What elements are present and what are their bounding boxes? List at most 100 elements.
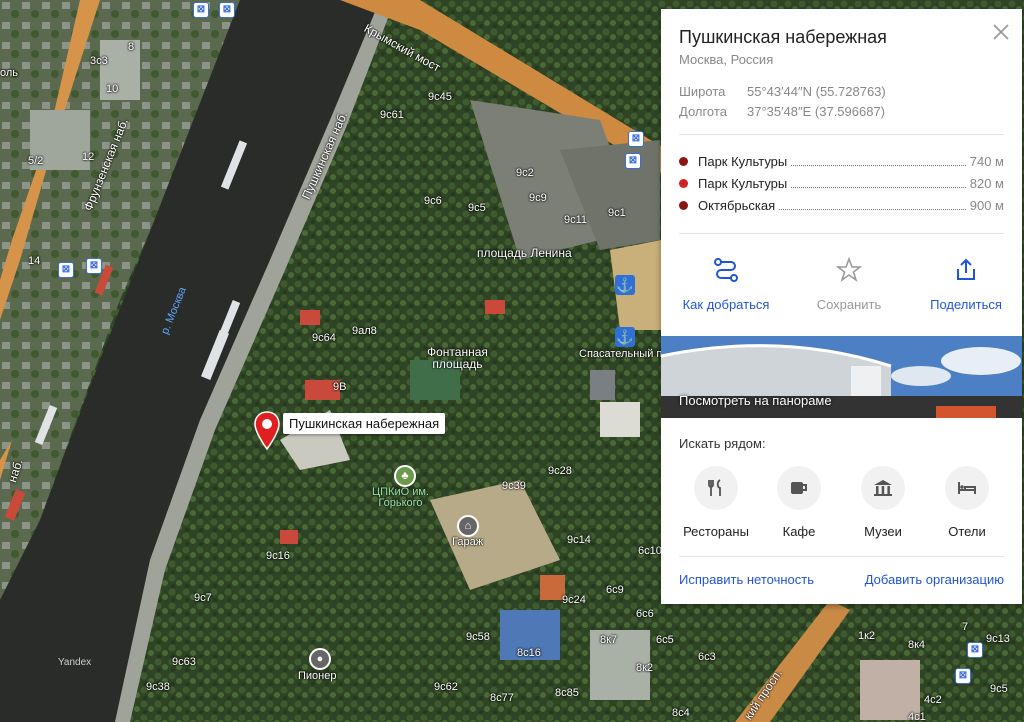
building-label: 9с39 [502,480,526,492]
category-cafe[interactable]: Кафе [757,466,841,539]
leader-dots [791,178,966,188]
add-organization-link[interactable]: Добавить организацию [865,572,1004,587]
category-label: Музеи [864,524,902,539]
close-icon[interactable] [992,23,1010,41]
metro-icon[interactable]: ⊠ [219,2,235,18]
metro-icon[interactable]: ⊠ [625,153,641,169]
building-label: 9В [333,381,347,393]
building-label: 4с2 [924,694,942,706]
park-tree-icon[interactable]: ♣ [394,465,416,487]
metro-icon[interactable]: ⊠ [955,668,971,684]
metro-icon[interactable]: ⊠ [193,2,209,18]
building-label: 9с11 [564,214,588,226]
category-restaurants[interactable]: Рестораны [674,466,758,539]
building-label: 5/2 [28,155,44,167]
place-title: Пушкинская набережная [679,27,887,47]
save-button[interactable]: Сохранить [789,255,909,312]
metro-icon[interactable]: ⊠ [86,258,102,274]
building-label: 8к2 [636,662,654,674]
route-label: Как добраться [682,297,770,312]
building-label: 6с9 [606,584,624,596]
square-label-fontannaya: Фонтанная площадь [427,345,488,371]
building-label: 8с77 [490,692,514,704]
metro-icon[interactable]: ⊠ [967,642,983,658]
longitude-row: Долгота 37°35′48″E (37.596687) [679,104,885,119]
building-label: 4с1 [908,711,926,722]
divider [679,134,1004,135]
building-label: 9с62 [434,681,458,693]
metro-line-dot [679,156,688,166]
route-button[interactable]: Как добраться [666,255,786,312]
building-label: 9с58 [466,631,490,643]
square-label-lenina: площадь Ленина [477,246,572,260]
building-label: 6с10 [638,545,662,557]
pier-anchor-icon[interactable]: ⚓ [615,327,635,347]
building-label: 1к2 [858,630,876,642]
category-label: Рестораны [683,524,749,539]
leader-dots [791,156,966,166]
building-label: 9с61 [380,109,404,121]
museum-icon[interactable]: ⌂ [457,515,479,537]
metro-station-row[interactable]: Парк Культуры 740 м [679,153,1004,169]
pioneer-label: Пионер [298,670,337,682]
share-icon [957,258,975,280]
pin-label[interactable]: Пушкинская набережная [283,413,446,434]
building-label: 14 [28,255,41,267]
building-label: 6с3 [698,651,716,663]
building-label: 3с3 [90,55,108,67]
cinema-icon[interactable]: ● [309,648,331,670]
metro-station-row[interactable]: Парк Культуры 820 м [679,175,1004,191]
share-button[interactable]: Поделиться [906,255,1024,312]
station-name: Парк Культуры [698,175,788,191]
location-pin-icon[interactable] [254,411,280,451]
station-distance: 900 м [969,197,1004,213]
category-hotels[interactable]: Отели [925,466,1009,539]
metro-line-dot [679,178,688,188]
building-label: 9с63 [172,656,196,668]
share-label: Поделиться [930,297,1002,312]
nearby-title: Искать рядом: [679,436,766,451]
building-label: 9с14 [567,534,591,546]
museum-icon [874,480,892,496]
building-label: 6с5 [656,634,674,646]
panorama-preview[interactable]: Посмотреть на панораме [661,336,1022,418]
divider [679,556,1004,557]
station-distance: 740 м [969,153,1004,169]
leader-dots [779,200,966,210]
street-label-partial: оль [0,67,19,79]
building-label: 9с28 [548,465,572,477]
metro-line-dot [679,200,688,210]
building-label: 9с24 [562,594,586,606]
longitude-label: Долгота [679,104,727,119]
category-museums[interactable]: Музеи [841,466,925,539]
rescue-label: Спасательный п [579,348,663,360]
panorama-label: Посмотреть на панораме [679,393,832,408]
building-label: 9ал8 [352,325,377,337]
garage-label: Гараж [452,536,484,548]
building-label: 8 [128,41,135,53]
pier-anchor-icon[interactable]: ⚓ [615,275,635,295]
building-label: 9с38 [146,681,170,693]
building-label: 9с5 [990,683,1008,695]
building-label: 7 [962,621,969,633]
station-name: Парк Культуры [698,153,788,169]
longitude-value: 37°35′48″E (37.596687) [747,104,886,119]
building-label: 10 [106,83,119,95]
building-label: 9с45 [428,91,452,103]
building-label: 9с64 [312,332,336,344]
building-label: 12 [82,151,95,163]
building-label: 8к7 [600,634,618,646]
station-distance: 820 м [969,175,1004,191]
divider [679,233,1004,234]
building-label: 6с6 [636,608,654,620]
building-label: 9с1 [608,207,626,219]
park-label: ЦПКиО им. Горького [372,486,429,509]
metro-station-row[interactable]: Октябрьская 900 м [679,197,1004,213]
building-label: 9с16 [266,550,290,562]
building-label: 9с2 [516,167,534,179]
building-label: 9с6 [424,195,442,207]
metro-icon[interactable]: ⊠ [628,131,644,147]
fix-inaccuracy-link[interactable]: Исправить неточность [679,572,814,587]
metro-icon[interactable]: ⊠ [58,262,74,278]
star-icon [836,257,862,283]
